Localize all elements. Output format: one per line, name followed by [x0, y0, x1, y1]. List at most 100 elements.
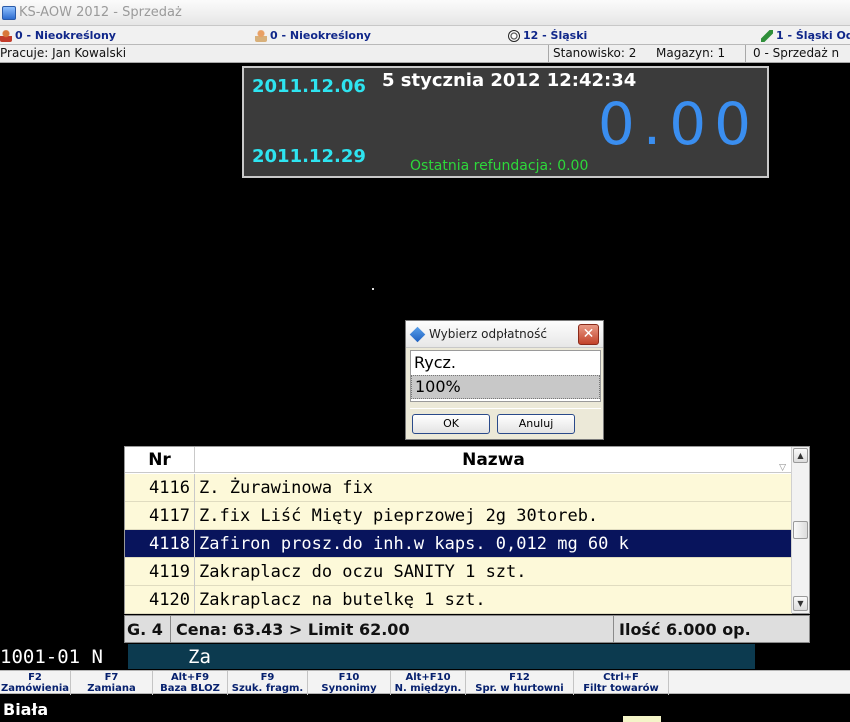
fkey-wholesaler-check-button[interactable]: F12 Spr. w hurtowni — [466, 671, 574, 695]
person-icon — [0, 29, 12, 42]
row-nr: 4116 — [125, 474, 195, 502]
mode-label: 0 - Sprzedaż n — [753, 46, 840, 60]
column-header-name[interactable]: Nazwa ▽ — [195, 447, 792, 473]
payment-level-dialog: Wybierz odpłatność ✕ Rycz. 100% OK Anulu… — [405, 320, 604, 440]
display-datetime: 5 stycznia 2012 12:42:34 — [382, 70, 637, 91]
scroll-down-icon[interactable]: ▼ — [793, 596, 808, 611]
ok-button[interactable]: OK — [412, 414, 490, 434]
status-divider — [745, 45, 746, 63]
row-name: Z.fix Liść Mięty pieprzowej 2g 30toreb. — [199, 506, 599, 526]
row-nr: 4117 — [125, 502, 195, 530]
fkey-product-filter-button[interactable]: Ctrl+F Filtr towarów — [574, 671, 669, 695]
mouse-pointer-dot — [372, 288, 374, 290]
fkey-label: Synonimy — [321, 683, 377, 694]
row-name: Zafiron prosz.do inh.w kaps. 0,012 mg 60… — [199, 534, 629, 554]
row-nr: 4120 — [125, 586, 195, 614]
display-date-top: 2011.12.06 — [252, 76, 366, 97]
fkey-shortcut: Alt+F10 — [405, 672, 451, 683]
fkey-label: Baza BLOZ — [160, 683, 220, 694]
dialog-title-bar[interactable]: Wybierz odpłatność ✕ — [406, 321, 603, 348]
price-info-bar: G. 4 Cena: 63.43 > Limit 62.00 Ilość 6.0… — [124, 615, 810, 643]
fkey-label: N. międzyn. — [394, 683, 462, 694]
info-item-doctor[interactable]: 0 - Nieokreślony — [255, 26, 371, 45]
customer-display-panel: 2011.12.06 2011.12.29 5 stycznia 2012 12… — [242, 66, 769, 178]
info-item-department[interactable]: 1 - Śląski Odd — [761, 26, 850, 45]
table-row[interactable]: 4120 Zakraplacz na butelkę 1 szt. — [125, 586, 792, 614]
scroll-thumb[interactable] — [793, 521, 808, 539]
scroll-up-icon[interactable]: ▲ — [793, 448, 808, 463]
table-row-selected[interactable]: 4118 Zafiron prosz.do inh.w kaps. 0,012 … — [125, 530, 792, 558]
row-name: Z. Żurawinowa fix — [199, 478, 373, 498]
info-bar: 0 - Nieokreślony 0 - Nieokreślony 12 - Ś… — [0, 26, 850, 45]
dialog-title: Wybierz odpłatność — [429, 327, 547, 341]
app-icon — [2, 5, 16, 20]
cancel-button[interactable]: Anuluj — [497, 414, 575, 434]
search-input[interactable] — [188, 644, 748, 669]
fkey-label: Zamiana — [87, 683, 136, 694]
table-row[interactable]: 4117 Z.fix Liść Mięty pieprzowej 2g 30to… — [125, 502, 792, 530]
fkey-label: Zamówienia — [0, 683, 70, 694]
fkey-shortcut: F2 — [28, 672, 42, 683]
dialog-icon — [409, 326, 426, 343]
station-label: Stanowisko: 2 — [553, 46, 637, 60]
status-divider — [548, 45, 549, 63]
fkey-label: Spr. w hurtowni — [475, 683, 564, 694]
row-nr: 4118 — [125, 530, 195, 558]
last-refund-label: Ostatnia refundacja: 0.00 — [410, 158, 589, 174]
fkey-shortcut: Alt+F9 — [170, 672, 210, 683]
title-bar: KS-AOW 2012 - Sprzedaż — [0, 0, 850, 26]
status-bar: Pracuje: Jan Kowalski Stanowisko: 2 Maga… — [0, 45, 850, 63]
operator-label: Pracuje: Jan Kowalski — [0, 46, 127, 60]
display-amount: 0.00 — [597, 90, 759, 158]
product-table: Nr Nazwa ▽ 4116 Z. Żurawinowa fix 4117 Z… — [124, 446, 810, 614]
info-item-branch[interactable]: 12 - Śląski — [508, 26, 587, 45]
fkey-label: Filtr towarów — [583, 683, 659, 694]
price-bar-divider — [170, 616, 171, 642]
window-title: KS-AOW 2012 - Sprzedaż — [19, 5, 182, 20]
fkey-orders-button[interactable]: F2 Zamówienia — [0, 671, 71, 695]
quantity-label: Ilość 6.000 op. — [619, 620, 751, 639]
fkey-replace-button[interactable]: F7 Zamiana — [71, 671, 153, 695]
search-bar — [128, 644, 755, 669]
display-date-bottom: 2011.12.29 — [252, 146, 366, 167]
fkey-label: Szuk. fragm. — [231, 683, 304, 694]
info-item-label: 0 - Nieokreślony — [15, 29, 116, 42]
payment-option[interactable]: Rycz. — [411, 351, 600, 375]
payment-options-list[interactable]: Rycz. 100% — [410, 350, 601, 402]
fkey-synonyms-button[interactable]: F10 Synonimy — [308, 671, 391, 695]
table-row[interactable]: 4119 Zakraplacz do oczu SANITY 1 szt. — [125, 558, 792, 586]
dialog-divider — [410, 408, 601, 409]
table-row[interactable]: 4116 Z. Żurawinowa fix — [125, 474, 792, 502]
price-bar-divider — [613, 616, 614, 642]
pencil-icon — [761, 29, 773, 42]
column-header-nr[interactable]: Nr — [125, 447, 195, 473]
fkey-shortcut: F12 — [509, 672, 530, 683]
product-code-label: 1001-01 N — [0, 646, 103, 668]
row-name: Zakraplacz na butelkę 1 szt. — [199, 590, 486, 610]
table-header: Nr Nazwa ▽ — [125, 447, 792, 473]
info-item-label: 12 - Śląski — [523, 29, 588, 42]
football-icon — [508, 29, 520, 42]
price-limit-label: Cena: 63.43 > Limit 62.00 — [176, 620, 410, 639]
payment-option-selected[interactable]: 100% — [411, 375, 600, 399]
fkey-fragment-search-button[interactable]: F9 Szuk. fragm. — [228, 671, 308, 695]
fkey-shortcut: F9 — [260, 672, 275, 683]
row-nr: 4119 — [125, 558, 195, 586]
info-item-client[interactable]: 0 - Nieokreślony — [0, 26, 116, 45]
warehouse-label: Magazyn: 1 — [656, 46, 726, 60]
function-key-toolbar: F2 Zamówienia F7 Zamiana Alt+F9 Baza BLO… — [0, 670, 850, 695]
footer-label: Biała — [3, 700, 49, 719]
table-scrollbar[interactable]: ▲ ▼ — [791, 447, 809, 613]
fkey-shortcut: F10 — [338, 672, 360, 683]
row-name: Zakraplacz do oczu SANITY 1 szt. — [199, 562, 527, 582]
info-item-label: 0 - Nieokreślony — [270, 29, 371, 42]
footer-block — [623, 716, 661, 722]
person-icon — [255, 29, 267, 42]
fkey-international-name-button[interactable]: Alt+F10 N. międzyn. — [391, 671, 466, 695]
info-item-label: 1 - Śląski Odd — [776, 29, 850, 42]
dialog-close-button[interactable]: ✕ — [578, 324, 599, 345]
fkey-shortcut: Ctrl+F — [603, 672, 639, 683]
column-header-name-label: Nazwa — [462, 450, 525, 470]
fkey-bloz-database-button[interactable]: Alt+F9 Baza BLOZ — [153, 671, 228, 695]
fkey-shortcut: F7 — [104, 672, 119, 683]
